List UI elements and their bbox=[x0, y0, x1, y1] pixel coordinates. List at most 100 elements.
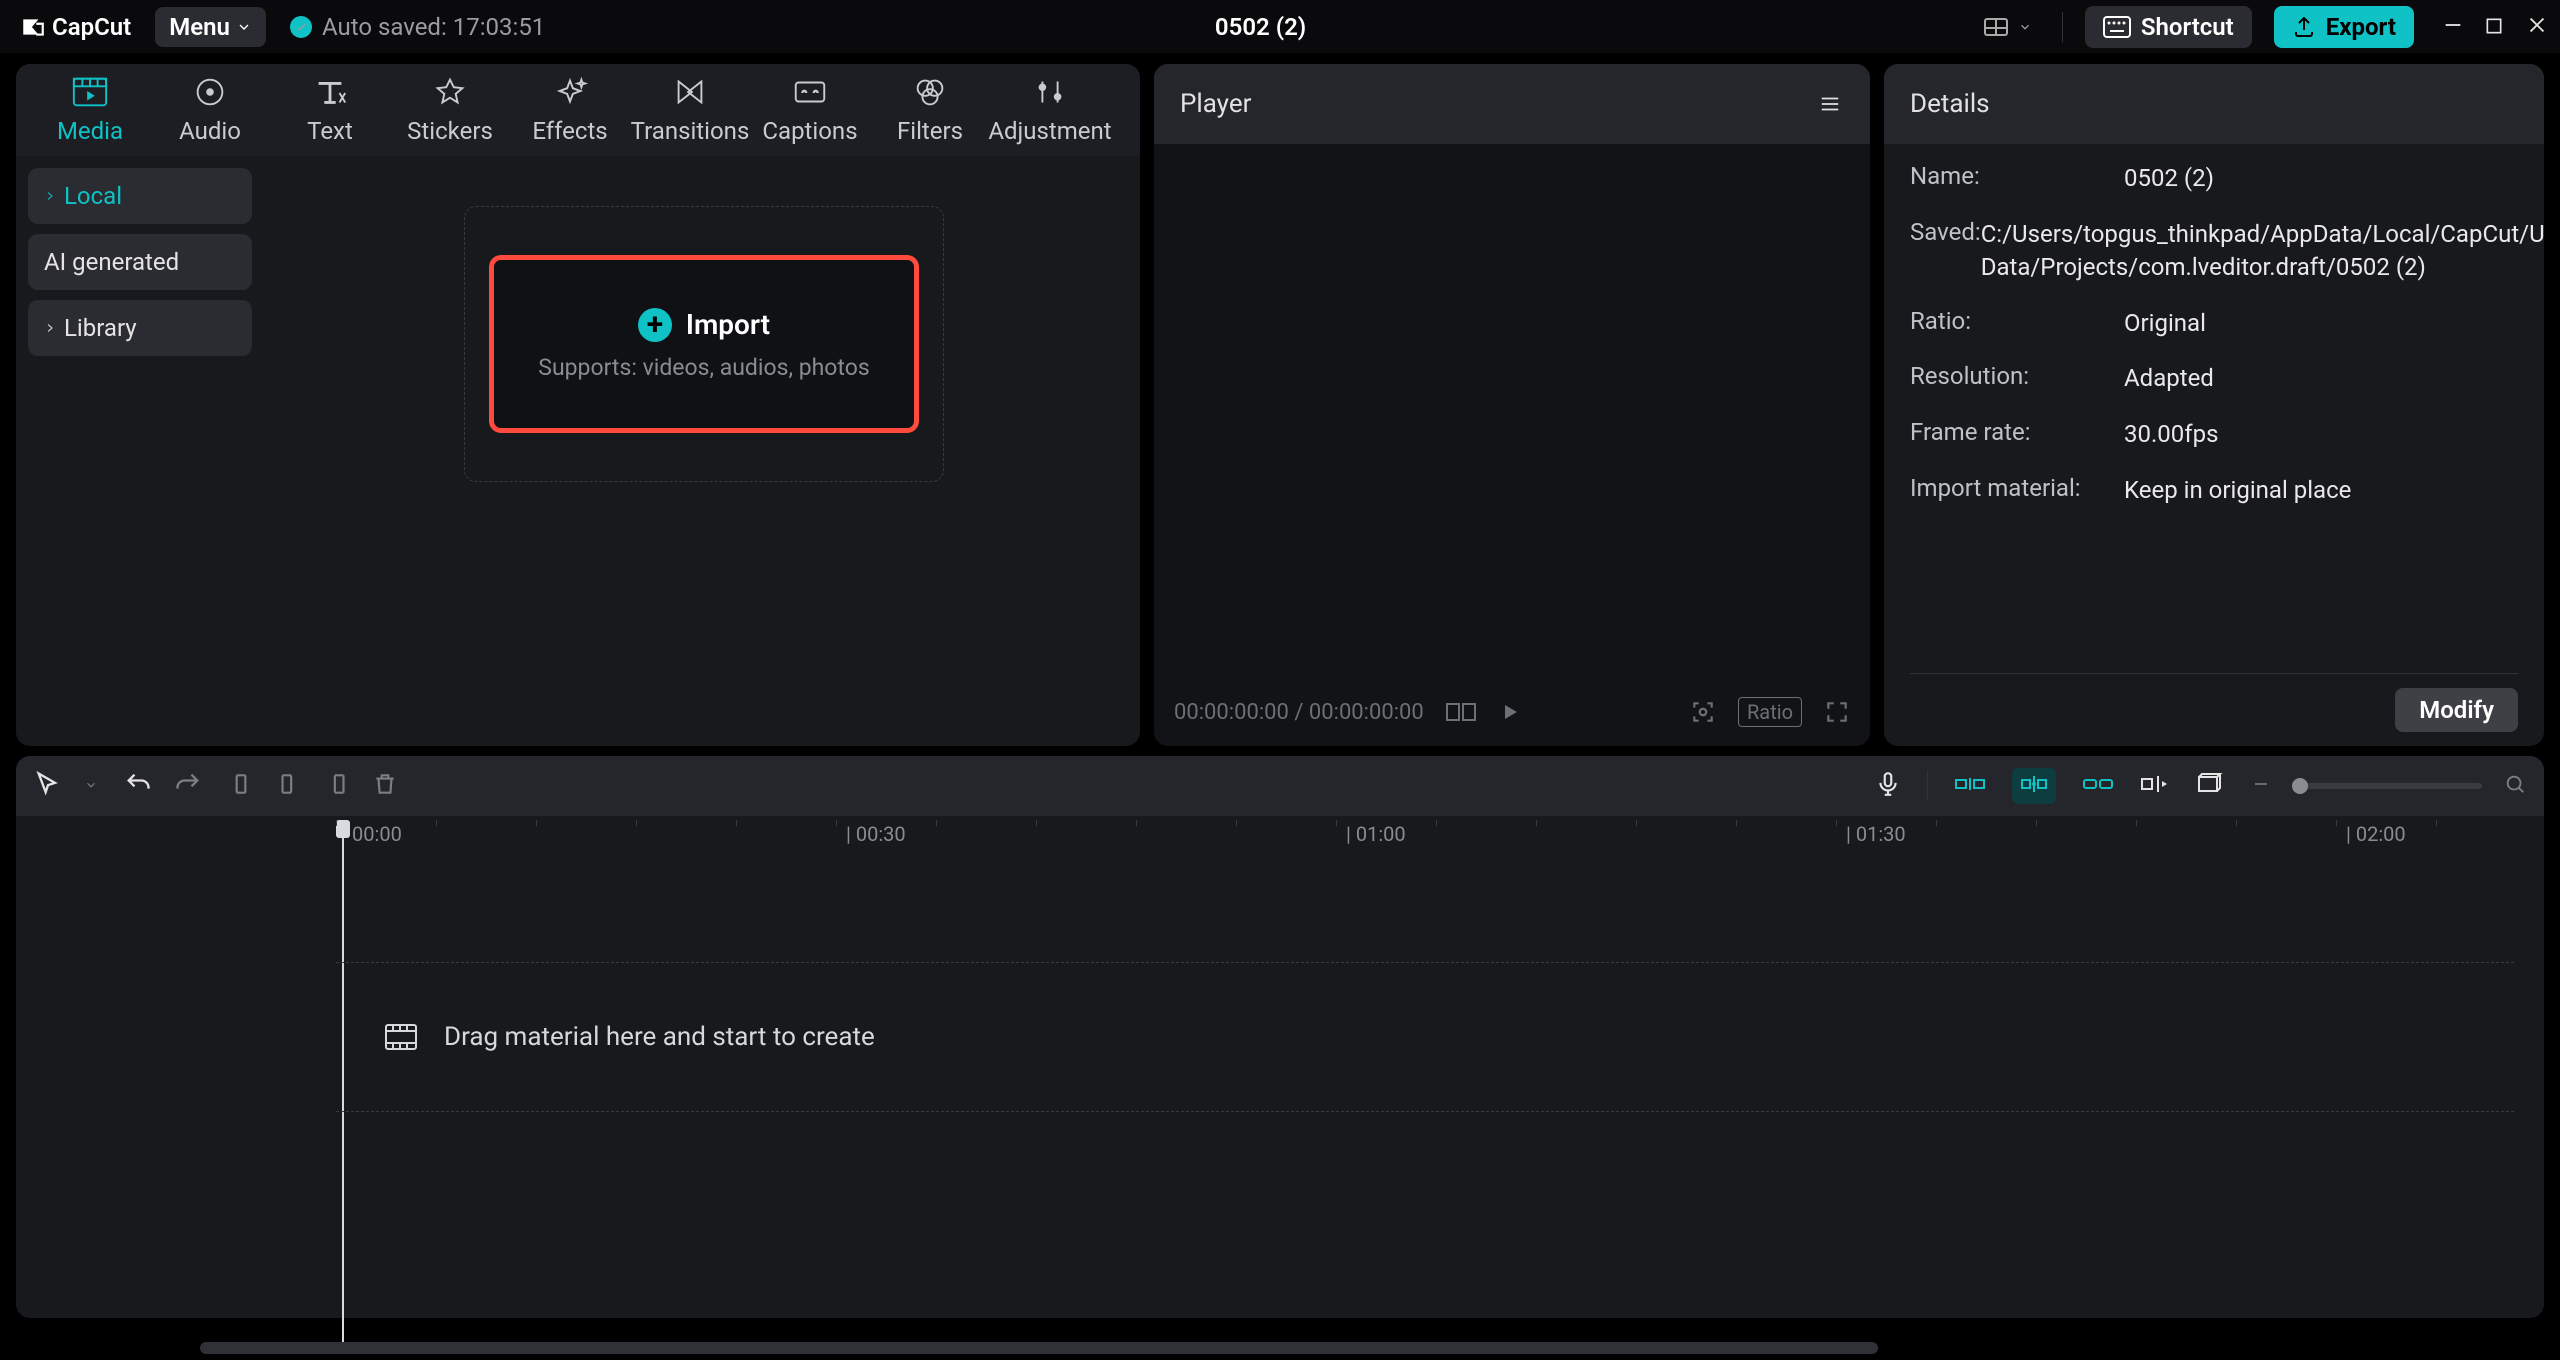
sidebar-item-ai-generated[interactable]: AI generated bbox=[28, 234, 252, 290]
tab-captions-label: Captions bbox=[762, 117, 857, 145]
app-logo: CapCut bbox=[20, 13, 131, 41]
chevron-right-icon bbox=[44, 322, 56, 334]
play-button[interactable] bbox=[1498, 700, 1522, 724]
magnet-tool[interactable] bbox=[1954, 772, 1986, 800]
split-tool[interactable] bbox=[228, 770, 254, 802]
layout-icon bbox=[1984, 15, 2014, 39]
divider bbox=[2062, 12, 2063, 42]
zoom-slider[interactable] bbox=[2292, 783, 2482, 789]
tab-audio[interactable]: Audio bbox=[150, 75, 270, 145]
tab-transitions-label: Transitions bbox=[631, 117, 750, 145]
compare-icon[interactable] bbox=[1446, 700, 1476, 724]
tab-filters[interactable]: Filters bbox=[870, 75, 990, 145]
stickers-icon bbox=[431, 75, 469, 109]
import-subtitle: Supports: videos, audios, photos bbox=[538, 354, 869, 381]
effects-icon bbox=[551, 75, 589, 109]
audio-icon bbox=[191, 75, 229, 109]
window-close-button[interactable] bbox=[2520, 4, 2540, 49]
sidebar-item-library[interactable]: Library bbox=[28, 300, 252, 356]
selection-tool[interactable] bbox=[34, 770, 62, 802]
tab-effects[interactable]: Effects bbox=[510, 75, 630, 145]
tab-stickers-label: Stickers bbox=[407, 117, 493, 145]
timeline-drop-hint[interactable]: Drag material here and start to create bbox=[336, 962, 2514, 1112]
timeline-panel: 00:00 | 00:30 | 01:00 | 01:30 | 02:00 Dr… bbox=[16, 756, 2544, 1318]
modify-button[interactable]: Modify bbox=[2395, 688, 2518, 732]
window-minimize-button[interactable] bbox=[2436, 4, 2456, 49]
titlebar-right: Shortcut Export bbox=[1976, 4, 2540, 49]
snap-tool[interactable] bbox=[2012, 768, 2056, 804]
mic-button[interactable] bbox=[1875, 769, 1901, 803]
media-content: + Import Supports: videos, audios, photo… bbox=[264, 156, 1140, 746]
focus-icon[interactable] bbox=[1690, 699, 1716, 725]
window-maximize-button[interactable] bbox=[2478, 4, 2498, 49]
divider bbox=[1927, 771, 1928, 801]
chevron-down-icon bbox=[236, 19, 252, 35]
tab-captions[interactable]: Captions bbox=[750, 75, 870, 145]
transitions-icon bbox=[671, 75, 709, 109]
tab-audio-label: Audio bbox=[179, 117, 241, 145]
import-dropzone[interactable]: + Import Supports: videos, audios, photo… bbox=[464, 206, 944, 482]
tab-media[interactable]: Media bbox=[30, 75, 150, 145]
redo-button[interactable] bbox=[174, 770, 202, 802]
shortcut-button[interactable]: Shortcut bbox=[2085, 6, 2252, 48]
layout-button[interactable] bbox=[1976, 11, 2040, 43]
timeline-ruler[interactable]: 00:00 | 00:30 | 01:00 | 01:30 | 02:00 bbox=[336, 820, 2514, 862]
media-body: Local AI generated Library + Import bbox=[16, 156, 1140, 746]
plus-icon: + bbox=[638, 308, 672, 342]
scroll-thumb[interactable] bbox=[200, 1342, 1878, 1354]
selection-dropdown[interactable] bbox=[84, 777, 98, 796]
timeline-hscroll[interactable] bbox=[200, 1342, 2530, 1354]
tab-text[interactable]: Text bbox=[270, 75, 390, 145]
details-resolution-value: Adapted bbox=[2124, 362, 2518, 396]
split-right-tool[interactable] bbox=[324, 770, 350, 802]
timeline-toolbar bbox=[16, 756, 2544, 816]
import-button-highlighted[interactable]: + Import Supports: videos, audios, photo… bbox=[489, 255, 919, 433]
film-icon bbox=[384, 1022, 418, 1052]
details-importmat-label: Import material: bbox=[1910, 474, 2124, 508]
menu-button[interactable]: Menu bbox=[155, 7, 266, 47]
details-panel: Details Name:0502 (2) Saved:C:/Users/top… bbox=[1884, 64, 2544, 746]
delete-tool[interactable] bbox=[372, 770, 398, 802]
split-left-tool[interactable] bbox=[276, 770, 302, 802]
timeline-drop-hint-label: Drag material here and start to create bbox=[444, 1022, 875, 1052]
zoom-fit-button[interactable] bbox=[2504, 773, 2526, 799]
player-viewport[interactable]: 00:00:00:00 / 00:00:00:00 Ratio bbox=[1154, 144, 1870, 746]
export-button[interactable]: Export bbox=[2274, 6, 2414, 48]
undo-button[interactable] bbox=[124, 770, 152, 802]
details-framerate-label: Frame rate: bbox=[1910, 418, 2124, 452]
chevron-down-icon bbox=[2018, 20, 2032, 34]
details-name-label: Name: bbox=[1910, 162, 2124, 196]
player-footer: 00:00:00:00 / 00:00:00:00 Ratio bbox=[1154, 688, 1870, 736]
tool-tabs: Media Audio Text Stickers Effects Transi… bbox=[16, 64, 1140, 156]
media-panel: Media Audio Text Stickers Effects Transi… bbox=[16, 64, 1140, 746]
details-body: Name:0502 (2) Saved:C:/Users/topgus_thin… bbox=[1884, 144, 2544, 746]
menu-icon[interactable] bbox=[1816, 93, 1844, 115]
chevron-right-icon bbox=[44, 190, 56, 202]
titlebar: CapCut Menu Auto saved: 17:03:51 0502 (2… bbox=[0, 0, 2560, 54]
export-label: Export bbox=[2326, 13, 2396, 41]
track-view-tool[interactable] bbox=[2196, 771, 2226, 801]
details-framerate-value: 30.00fps bbox=[2124, 418, 2518, 452]
details-resolution-label: Resolution: bbox=[1910, 362, 2124, 396]
maximize-icon bbox=[2484, 16, 2504, 36]
tab-text-label: Text bbox=[307, 117, 353, 145]
minimize-icon bbox=[2442, 14, 2464, 36]
sidebar-item-label: Library bbox=[64, 314, 137, 342]
tab-transitions[interactable]: Transitions bbox=[630, 75, 750, 145]
link-tool[interactable] bbox=[2082, 772, 2114, 800]
preview-cut-tool[interactable] bbox=[2140, 771, 2170, 801]
tab-stickers[interactable]: Stickers bbox=[390, 75, 510, 145]
menu-button-label: Menu bbox=[169, 13, 230, 41]
project-title: 0502 (2) bbox=[569, 13, 1952, 41]
tab-media-label: Media bbox=[57, 117, 123, 145]
fullscreen-icon[interactable] bbox=[1824, 699, 1850, 725]
ratio-button[interactable]: Ratio bbox=[1738, 697, 1802, 727]
zoom-out-button[interactable] bbox=[2252, 775, 2270, 797]
captions-icon bbox=[791, 75, 829, 109]
autosave-status: Auto saved: 17:03:51 bbox=[290, 13, 545, 41]
sidebar-item-local[interactable]: Local bbox=[28, 168, 252, 224]
tab-adjustment[interactable]: Adjustment bbox=[990, 75, 1110, 145]
filters-icon bbox=[911, 75, 949, 109]
timeline-body[interactable]: Drag material here and start to create bbox=[336, 862, 2514, 1318]
sidebar-item-label: AI generated bbox=[44, 248, 179, 276]
